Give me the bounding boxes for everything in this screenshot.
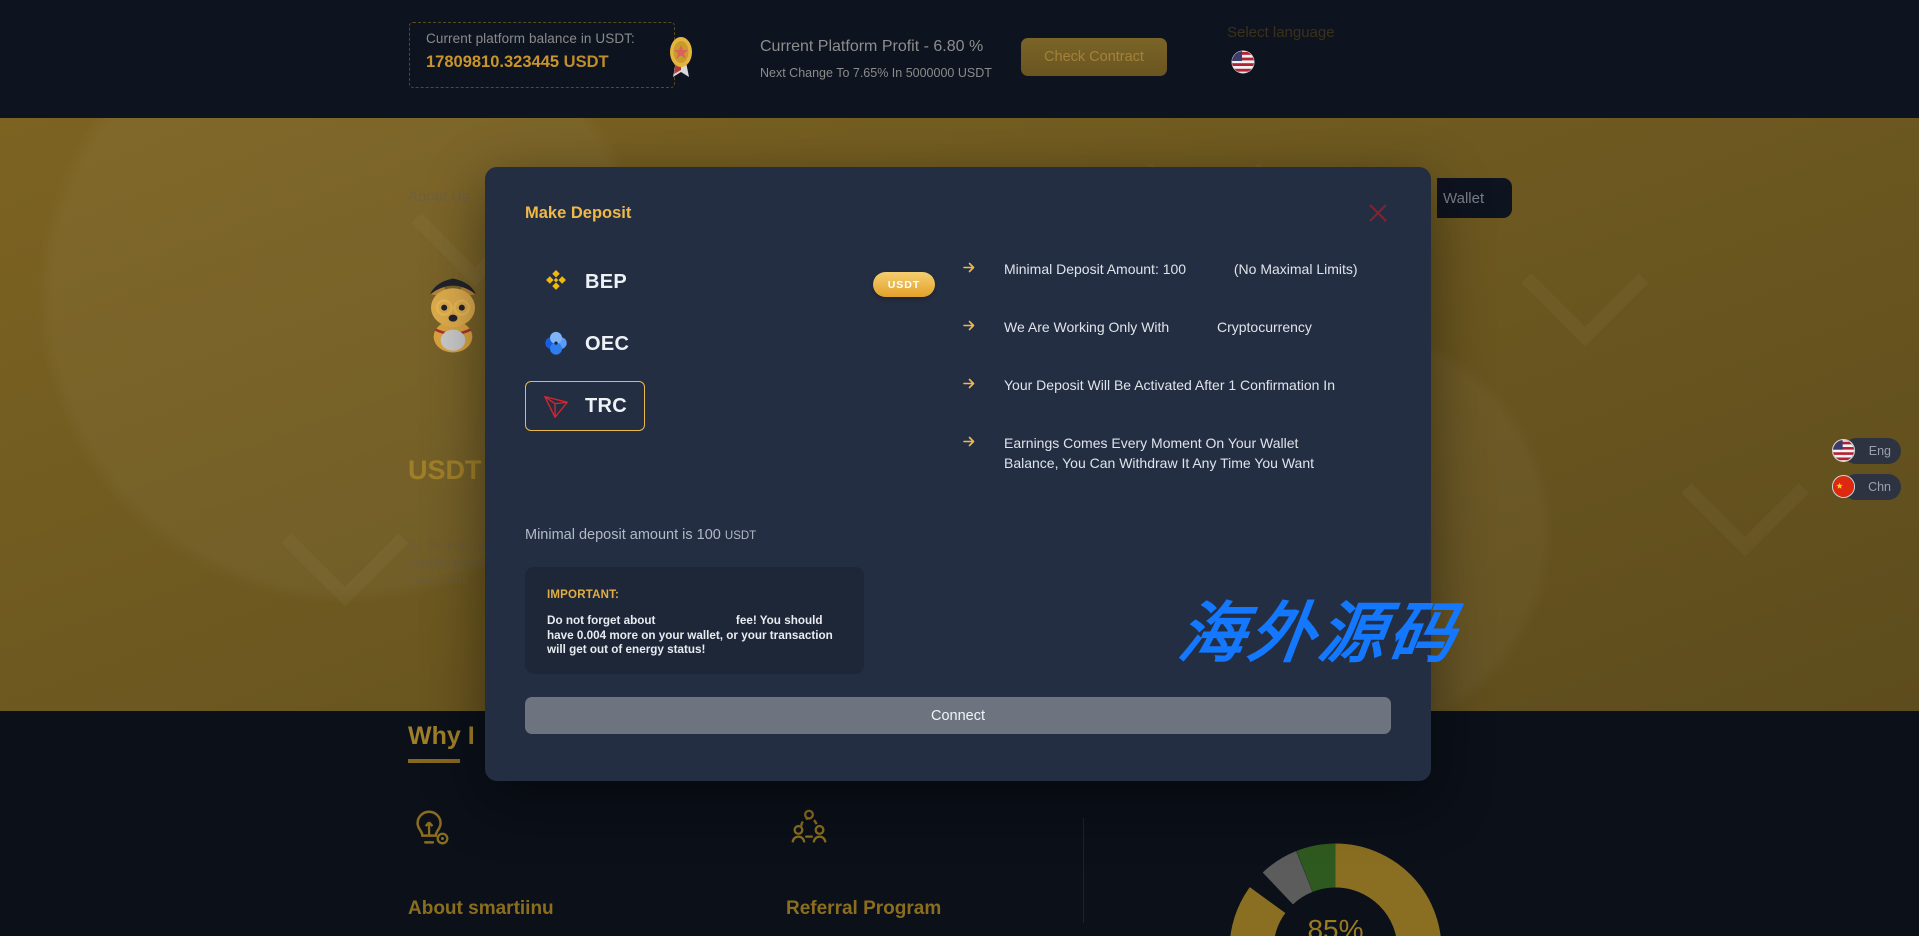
token-badge-usdt: USDT [873,272,935,297]
deposit-info-main: We Are Working Only With [1004,319,1170,335]
deposit-info-text: Earnings Comes Every Moment On Your Wall… [1004,435,1314,471]
minimal-deposit-text: Minimal deposit amount is 100 [525,527,721,543]
network-list: BEP OEC TRC [525,257,825,443]
network-option-oec[interactable]: OEC [525,319,645,369]
make-deposit-modal: Make Deposit BEP OEC TRC Minimal deposit… [485,167,1431,781]
deposit-info-item: We Are Working Only With Cryptocurrency [963,317,1393,342]
arrow-right-icon [963,378,975,389]
tron-icon [544,395,568,418]
deposit-info-extra: Cryptocurrency [1216,319,1312,335]
deposit-info-text: Your Deposit Will Be Activated After 1 C… [1004,377,1335,393]
okex-icon [545,331,567,355]
important-notice-box: IMPORTANT: Do not forget about fee! You … [525,567,864,674]
minimal-deposit-unit: USDT [724,530,757,542]
deposit-info-main: Minimal Deposit Amount: 100 [1004,261,1187,277]
arrow-right-icon [963,320,975,331]
modal-overlay: Make Deposit BEP OEC TRC Minimal deposit… [0,0,1919,936]
deposit-info-item: Minimal Deposit Amount: 100 (No Maximal … [963,259,1393,284]
important-body-part1: Do not forget about [547,614,656,627]
modal-title: Make Deposit [525,204,632,222]
arrow-right-icon [963,262,975,273]
close-icon[interactable] [1367,202,1389,224]
important-body: Do not forget about fee! You should have… [547,614,844,658]
network-option-trc[interactable]: TRC [525,381,645,431]
arrow-right-icon [963,436,975,447]
deposit-info-item: Your Deposit Will Be Activated After 1 C… [963,375,1393,400]
network-label: BEP [585,270,628,293]
deposit-info-item: Earnings Comes Every Moment On Your Wall… [963,433,1393,473]
important-heading: IMPORTANT: [547,589,620,601]
binance-icon [546,270,566,290]
connect-button[interactable]: Connect [525,697,1391,734]
deposit-info-text: We Are Working Only With Cryptocurrency [1004,317,1312,342]
page-root: About Us Wallet USDT I As the indu desig… [0,0,1919,936]
network-label: OEC [585,332,630,355]
minimal-deposit-note: Minimal deposit amount is 100 USDT [525,527,756,543]
watermark-text: 海外源码 [1173,595,1465,672]
deposit-info-list: Minimal Deposit Amount: 100 (No Maximal … [963,259,1393,506]
deposit-info-extra: (No Maximal Limits) [1233,261,1358,277]
network-option-bep[interactable]: BEP [525,257,645,307]
deposit-info-text: Minimal Deposit Amount: 100 (No Maximal … [1004,259,1358,284]
network-label: TRC [585,394,628,417]
